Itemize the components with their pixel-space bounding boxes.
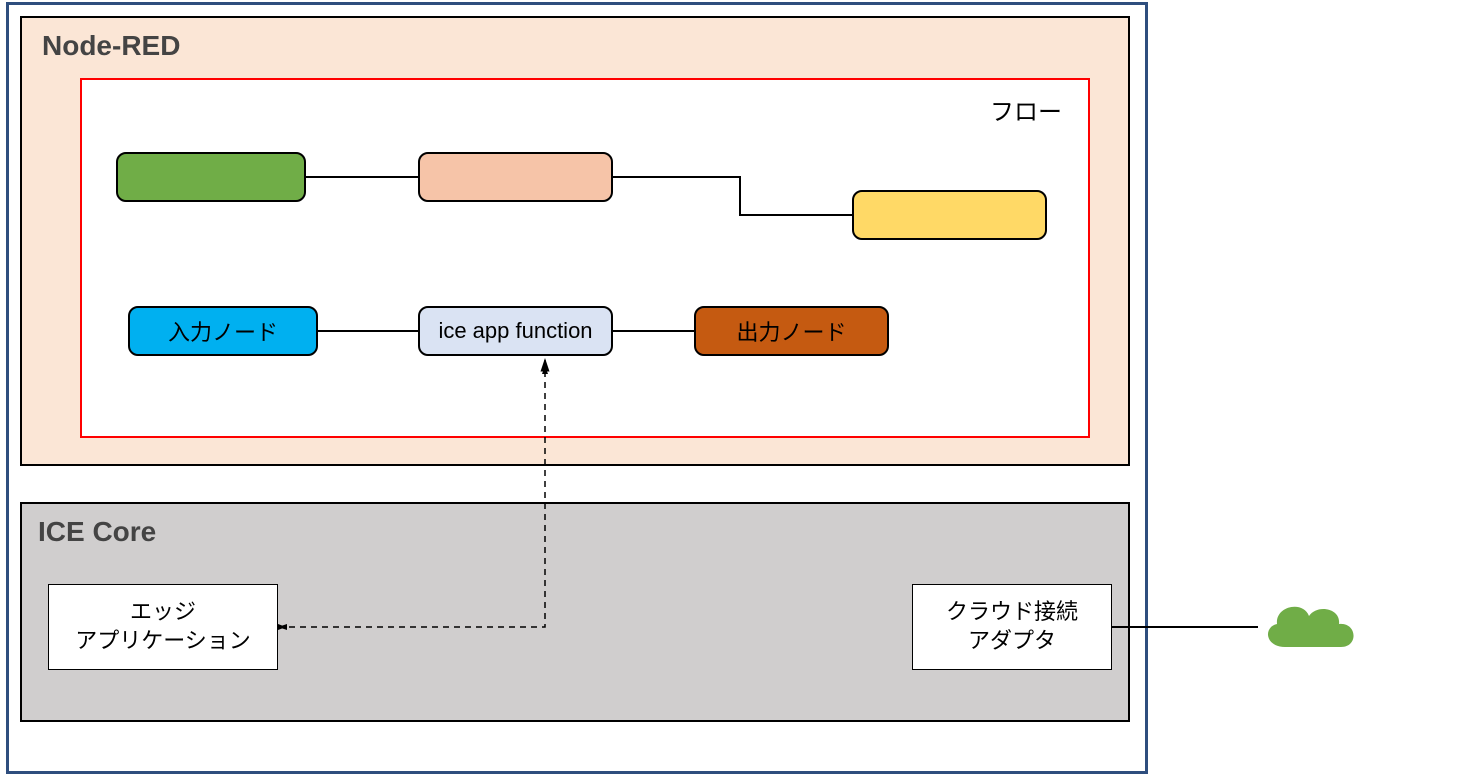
input-node: 入力ノード <box>128 306 318 356</box>
edge-app-line2: アプリケーション <box>75 627 251 656</box>
flow-box <box>80 78 1090 438</box>
flow-label: フロー <box>990 92 1062 127</box>
edge-app-line1: エッジ <box>130 598 196 627</box>
node-peach <box>418 152 613 202</box>
cloud-adapter-box: クラウド接続 アダプタ <box>912 584 1112 670</box>
node-green <box>116 152 306 202</box>
cloud-icon <box>1255 592 1365 662</box>
edge-application-box: エッジ アプリケーション <box>48 584 278 670</box>
node-yellow <box>852 190 1047 240</box>
output-node: 出力ノード <box>694 306 889 356</box>
cloud-adapter-line2: アダプタ <box>968 627 1056 656</box>
ice-app-function-node: ice app function <box>418 306 613 356</box>
cloud-adapter-line1: クラウド接続 <box>946 598 1078 627</box>
node-red-title: Node-RED <box>42 30 180 62</box>
ice-core-title: ICE Core <box>38 516 156 548</box>
